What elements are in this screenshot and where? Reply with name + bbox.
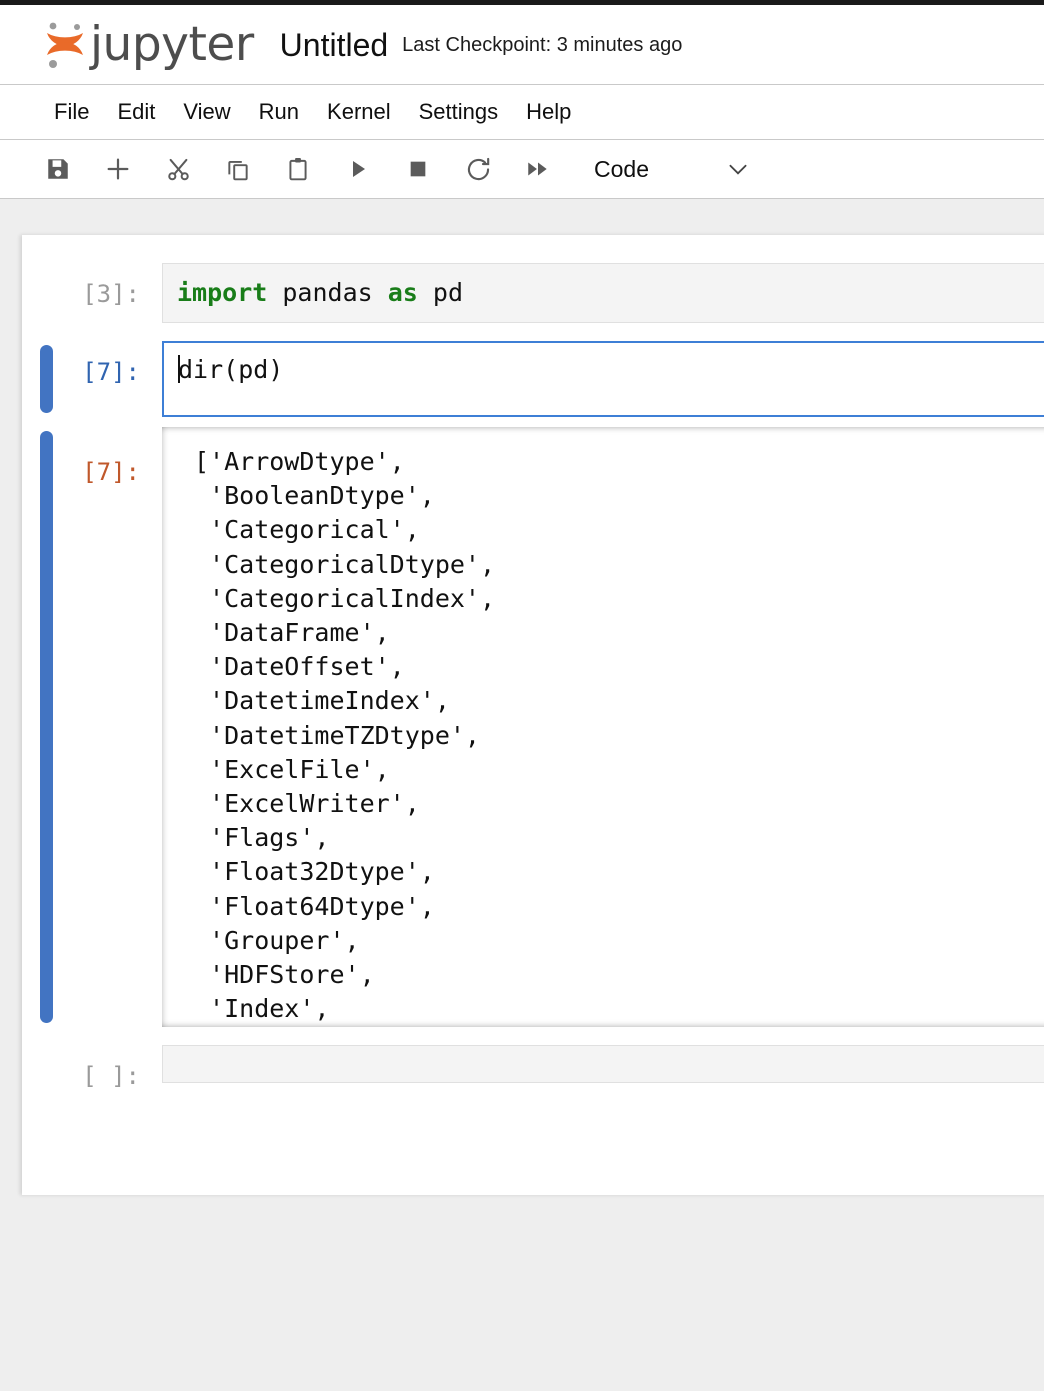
interrupt-kernel-button[interactable]: [396, 149, 440, 189]
chevron-down-icon: [725, 156, 751, 182]
notebook-cell-empty[interactable]: [ ]:: [22, 1045, 1044, 1093]
cell-type-value: Code: [594, 156, 649, 183]
output-text: ['ArrowDtype', 'BooleanDtype', 'Categori…: [162, 427, 1044, 1027]
notebook-cell-code[interactable]: [3]: import pandas as pd: [22, 263, 1044, 323]
copy-icon: [225, 156, 251, 182]
insert-cell-button[interactable]: [96, 149, 140, 189]
code-editor-active[interactable]: dir(pd): [162, 341, 1044, 417]
code-token-keyword: import: [177, 278, 267, 307]
output-scroll-region[interactable]: ['ArrowDtype', 'BooleanDtype', 'Categori…: [162, 427, 1044, 1027]
cell-gap: [22, 1027, 1044, 1045]
menu-item-file[interactable]: File: [40, 95, 103, 129]
save-button[interactable]: [36, 149, 80, 189]
menu-item-settings[interactable]: Settings: [405, 95, 513, 129]
jupyter-logo[interactable]: jupyter: [42, 17, 254, 73]
notebook-cell-output[interactable]: [7]: ['ArrowDtype', 'BooleanDtype', 'Cat…: [22, 427, 1044, 1027]
jupyter-logo-icon: [42, 19, 88, 71]
cell-prompt: [ ]:: [22, 1045, 162, 1093]
code-token-keyword: as: [388, 278, 418, 307]
stop-icon: [407, 158, 429, 180]
notebook-scroll-area[interactable]: [3]: import pandas as pd [7]: dir(pd) [7…: [0, 199, 1044, 1391]
run-button[interactable]: [336, 149, 380, 189]
restart-kernel-button[interactable]: [456, 149, 500, 189]
notebook-title[interactable]: Untitled: [280, 29, 389, 61]
restart-run-all-icon: [525, 156, 551, 182]
notebook-toolbar: Code: [0, 140, 1044, 199]
menu-item-run[interactable]: Run: [245, 95, 313, 129]
notebook-panel: [3]: import pandas as pd [7]: dir(pd) [7…: [22, 235, 1044, 1195]
cut-button[interactable]: [156, 149, 200, 189]
cut-icon: [165, 156, 192, 183]
paste-icon: [285, 156, 311, 182]
menu-bar: File Edit View Run Kernel Settings Help: [0, 85, 1044, 140]
restart-icon: [465, 156, 492, 183]
menu-item-help[interactable]: Help: [512, 95, 585, 129]
cell-gap: [22, 323, 1044, 341]
checkpoint-status: Last Checkpoint: 3 minutes ago: [402, 35, 682, 55]
copy-button[interactable]: [216, 149, 260, 189]
menu-item-edit[interactable]: Edit: [103, 95, 169, 129]
code-token-text: pd: [418, 278, 463, 307]
restart-run-all-button[interactable]: [516, 149, 560, 189]
save-icon: [45, 156, 71, 182]
cell-selection-bar: [40, 345, 53, 413]
add-icon: [104, 155, 132, 183]
notebook-cell-code-selected[interactable]: [7]: dir(pd): [22, 341, 1044, 417]
menu-item-kernel[interactable]: Kernel: [313, 95, 405, 129]
code-editor-empty[interactable]: [162, 1045, 1044, 1083]
code-token-text: pandas: [267, 278, 387, 307]
code-token-text: dir(pd): [178, 355, 283, 384]
header-bar: jupyter Untitled Last Checkpoint: 3 minu…: [0, 5, 1044, 85]
code-editor[interactable]: import pandas as pd: [162, 263, 1044, 323]
paste-button[interactable]: [276, 149, 320, 189]
cell-prompt: [3]:: [22, 263, 162, 311]
jupyter-wordmark: jupyter: [90, 21, 254, 68]
run-icon: [346, 157, 370, 181]
output-selection-bar: [40, 431, 53, 1023]
cell-type-dropdown[interactable]: Code: [594, 156, 751, 183]
menu-item-view[interactable]: View: [169, 95, 244, 129]
